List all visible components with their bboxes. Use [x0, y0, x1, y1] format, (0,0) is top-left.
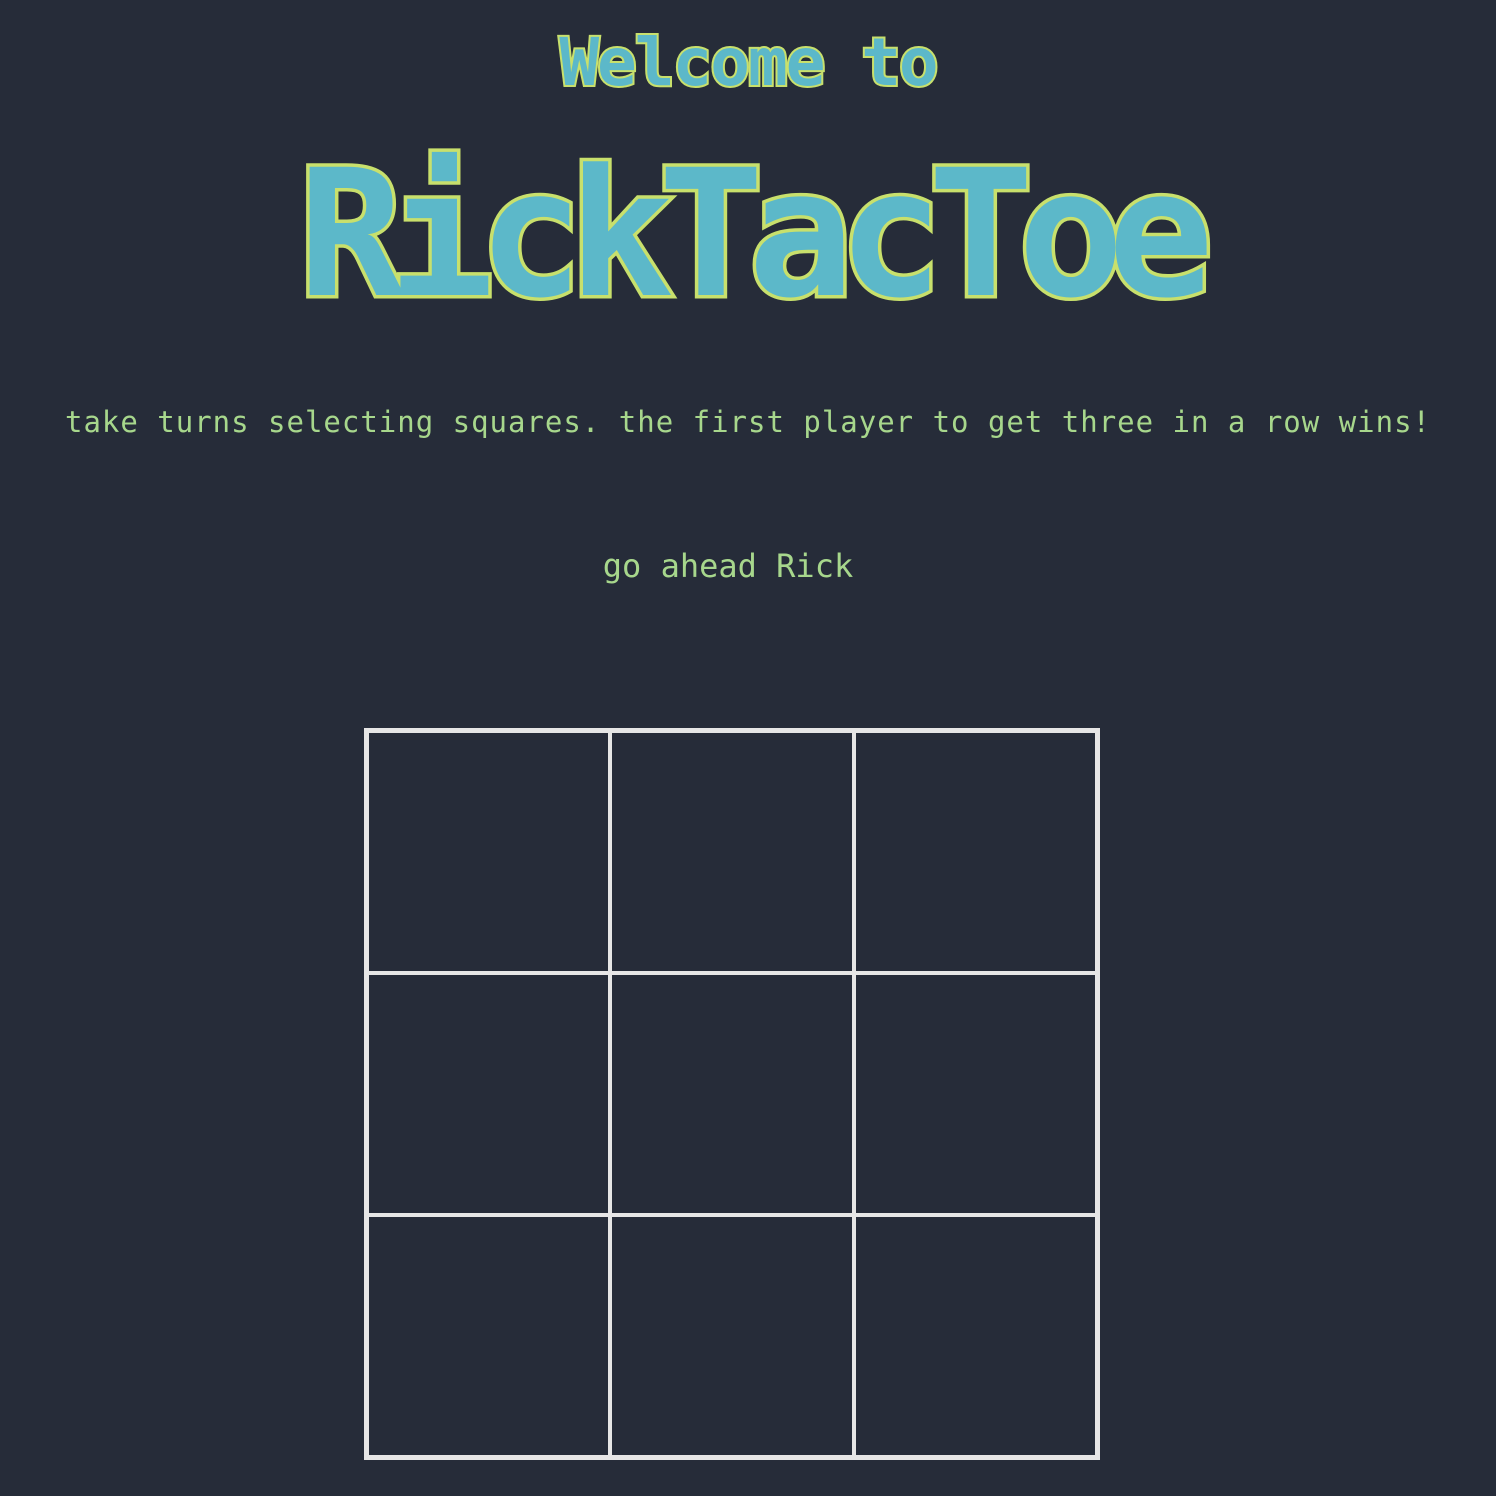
turn-status: go ahead Rick: [602, 547, 854, 585]
board-cell-5[interactable]: [610, 973, 854, 1215]
board-cell-7[interactable]: [367, 1215, 611, 1457]
instructions-text: take turns selecting squares. the first …: [64, 405, 1431, 439]
board-cell-4[interactable]: [367, 973, 611, 1215]
welcome-heading: Welcome to: [557, 22, 940, 103]
board-cell-3[interactable]: [853, 731, 1097, 973]
game-board: [364, 728, 1100, 1460]
board-cell-1[interactable]: [367, 731, 611, 973]
board-cell-2[interactable]: [610, 731, 854, 973]
game-title: RickTacToe: [295, 132, 1218, 337]
board-cell-8[interactable]: [610, 1215, 854, 1457]
board-cell-9[interactable]: [853, 1215, 1097, 1457]
board-cell-6[interactable]: [853, 973, 1097, 1215]
